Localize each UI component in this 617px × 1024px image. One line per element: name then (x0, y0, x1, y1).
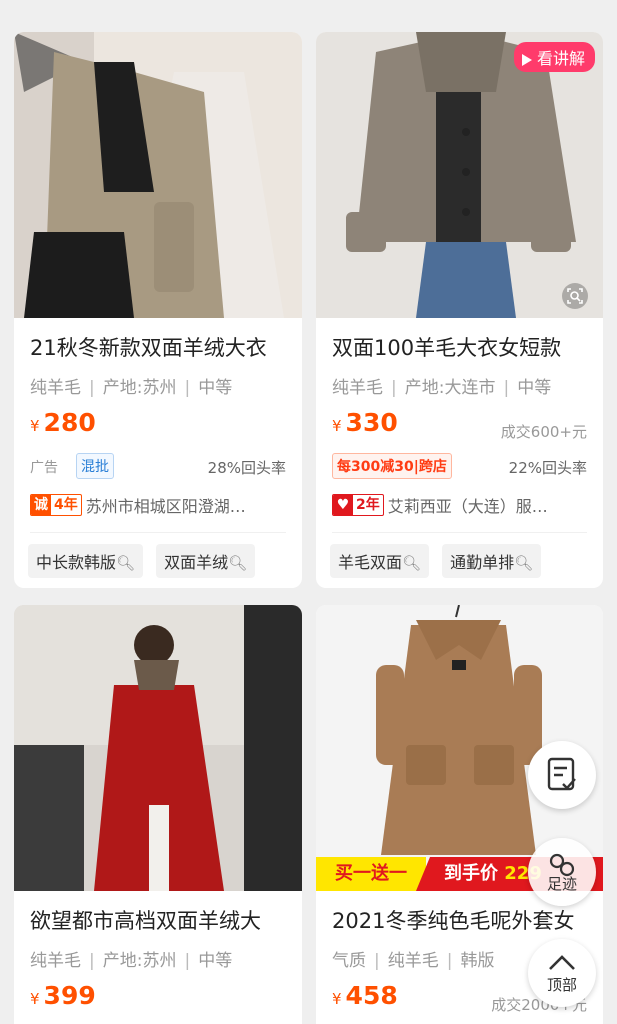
search-icon: 🔍︎ (514, 554, 534, 572)
price-value: 330 (345, 408, 398, 437)
product-image[interactable] (14, 605, 302, 891)
discount-tag: 每300减30|跨店 (332, 453, 452, 479)
shop-badge: ♥ 2年 (332, 494, 384, 516)
repurchase-rate: 22%回头率 (508, 459, 587, 477)
shop-years: 4年 (54, 497, 78, 513)
product-card[interactable]: 看讲解 双面100羊毛大衣女短款 纯羊毛 | 产地:大连市 | 中等 ¥330 成交60… (316, 32, 603, 588)
divider (332, 532, 587, 533)
search-icon: 🔍︎ (402, 554, 422, 572)
sales-volume: 成交600+元 (500, 423, 587, 441)
currency-symbol: ¥ (30, 990, 40, 1008)
attribute: 中等 (198, 378, 233, 398)
search-chips: 羊毛双面🔍︎ 通勤单排🔍︎ (330, 544, 549, 578)
search-chip[interactable]: 羊毛双面🔍︎ (330, 544, 430, 578)
separator: | (374, 951, 380, 971)
wholesale-tag: 混批 (76, 453, 114, 479)
search-chip[interactable]: 中长款韩版🔍︎ (28, 544, 144, 578)
separator: | (89, 951, 95, 971)
separator: | (184, 378, 191, 398)
attribute: 产地:大连市 (404, 378, 496, 398)
product-price: ¥330 (332, 408, 398, 437)
product-title[interactable]: 双面100羊毛大衣女短款 (332, 332, 595, 362)
product-card[interactable]: 欲望都市高档双面羊绒大 纯羊毛 | 产地:苏州 | 中等 ¥399 (14, 605, 302, 1024)
currency-symbol: ¥ (332, 417, 342, 435)
video-explain-label: 看讲解 (536, 49, 585, 68)
product-title[interactable]: 2021冬季纯色毛呢外套女 (332, 905, 595, 935)
back-to-top-button[interactable]: 顶部 (528, 939, 596, 1007)
separator: | (391, 378, 397, 398)
product-price: ¥458 (332, 981, 398, 1010)
search-icon: 🔍︎ (228, 554, 248, 572)
product-grid: 21秋冬新款双面羊绒大衣 纯羊毛 | 产地:苏州 | 中等 ¥280 广告 混批 28%… (0, 0, 617, 1024)
product-attributes: 气质 | 纯羊毛 | 韩版 (332, 946, 494, 971)
attribute: 纯羊毛 (332, 378, 383, 398)
shop-name[interactable]: 艾莉西亚（大连）服… (388, 493, 548, 517)
back-to-top-label: 顶部 (546, 976, 577, 994)
divider (30, 532, 286, 533)
separator: | (89, 378, 95, 398)
product-price: ¥399 (30, 981, 96, 1010)
video-explain-button[interactable]: 看讲解 (513, 42, 595, 72)
attribute: 纯羊毛 (30, 378, 81, 398)
final-price-text: 到手价 (444, 863, 498, 884)
product-tags-row: 广告 混批 28%回头率 (30, 453, 286, 479)
product-price: ¥280 (30, 408, 96, 437)
chip-label: 中长款韩版 (36, 553, 117, 572)
repurchase-rate: 28%回头率 (207, 459, 286, 477)
currency-symbol: ¥ (332, 990, 342, 1008)
shop-badge: 诚 4年 (30, 494, 82, 516)
attribute: 纯羊毛 (30, 951, 81, 971)
chip-label: 双面羊绒 (164, 553, 229, 572)
currency-symbol: ¥ (30, 417, 40, 435)
shop-info[interactable]: 诚 4年 苏州市相城区阳澄湖… (30, 493, 292, 517)
attribute: 中等 (198, 951, 233, 971)
integrity-icon: 诚 (31, 495, 51, 515)
product-card[interactable]: 21秋冬新款双面羊绒大衣 纯羊毛 | 产地:苏州 | 中等 ¥280 广告 混批 28%… (14, 32, 302, 588)
attribute: 纯羊毛 (387, 951, 439, 971)
ad-label: 广告 (30, 460, 58, 476)
separator: | (184, 951, 191, 971)
search-chip[interactable]: 双面羊绒🔍︎ (156, 544, 256, 578)
separator: | (503, 378, 510, 398)
product-attributes: 纯羊毛 | 产地:苏州 | 中等 (30, 946, 232, 971)
shop-info[interactable]: ♥ 2年 艾莉西亚（大连）服… (332, 493, 593, 517)
footprint-button[interactable]: 足迹 (528, 838, 596, 906)
product-attributes: 纯羊毛 | 产地:大连市 | 中等 (332, 373, 551, 398)
shop-level-icon: ♥ (333, 495, 353, 515)
product-title[interactable]: 21秋冬新款双面羊绒大衣 (30, 332, 294, 362)
checklist-icon (547, 757, 576, 791)
play-icon (521, 53, 532, 66)
product-image[interactable] (14, 32, 302, 318)
search-icon: 🔍︎ (116, 554, 136, 572)
attribute: 气质 (332, 951, 366, 971)
search-chips: 中长款韩版🔍︎ 双面羊绒🔍︎ (28, 544, 263, 578)
image-search-icon[interactable] (561, 282, 589, 310)
buy-one-get-one-label: 买一送一 (316, 857, 426, 891)
price-value: 399 (43, 981, 96, 1010)
product-tags-row: 每300减30|跨店 22%回头率 (332, 453, 587, 479)
attribute: 中等 (517, 378, 552, 398)
attribute: 韩版 (460, 951, 495, 971)
attribute: 产地:苏州 (102, 378, 177, 398)
price-value: 280 (43, 408, 96, 437)
checklist-button[interactable] (528, 741, 596, 809)
chip-label: 羊毛双面 (338, 553, 403, 572)
separator: | (446, 951, 453, 971)
product-image[interactable] (316, 32, 603, 318)
product-title[interactable]: 欲望都市高档双面羊绒大 (30, 905, 294, 935)
price-value: 458 (345, 981, 398, 1010)
search-chip[interactable]: 通勤单排🔍︎ (442, 544, 542, 578)
product-attributes: 纯羊毛 | 产地:苏州 | 中等 (30, 373, 232, 398)
attribute: 产地:苏州 (102, 951, 177, 971)
footprint-label: 足迹 (546, 875, 577, 893)
shop-years: 2年 (356, 497, 380, 513)
chip-label: 通勤单排 (450, 553, 515, 572)
shop-name[interactable]: 苏州市相城区阳澄湖… (86, 493, 246, 517)
